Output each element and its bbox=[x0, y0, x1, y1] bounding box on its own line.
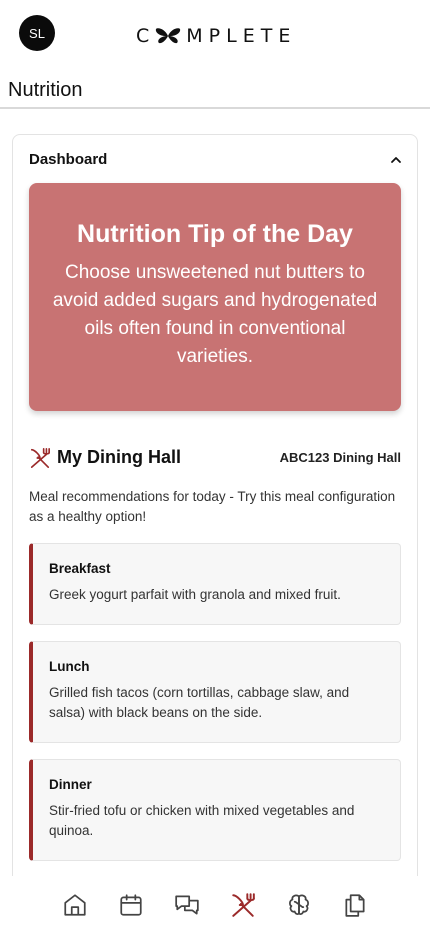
tip-title: Nutrition Tip of the Day bbox=[77, 220, 353, 248]
top-bar: SL C MPLETE bbox=[0, 0, 430, 70]
meal-description: Grilled fish tacos (corn tortillas, cabb… bbox=[49, 685, 350, 720]
utensils-crossed-icon bbox=[232, 893, 255, 917]
tip-of-the-day-card: Nutrition Tip of the Day Choose unsweete… bbox=[29, 183, 401, 411]
meal-card-dinner: Dinner Stir-fried tofu or chicken with m… bbox=[29, 759, 401, 861]
meal-name: Lunch bbox=[49, 659, 90, 674]
logo-text-left: C bbox=[136, 25, 156, 47]
dashboard-panel: Dashboard Nutrition Tip of the Day Choos… bbox=[12, 134, 418, 894]
page-title: Nutrition bbox=[8, 79, 83, 101]
avatar[interactable]: SL bbox=[19, 15, 55, 51]
dining-hall-name: ABC123 Dining Hall bbox=[279, 450, 401, 465]
app-logo[interactable]: C MPLETE bbox=[136, 24, 296, 48]
logo-text-right: MPLETE bbox=[186, 25, 297, 47]
nav-messages[interactable] bbox=[174, 892, 200, 918]
chevron-up-icon[interactable] bbox=[389, 153, 403, 167]
meal-card-breakfast: Breakfast Greek yogurt parfait with gran… bbox=[29, 543, 401, 625]
nav-documents[interactable] bbox=[342, 892, 368, 918]
tip-body: Choose unsweetened nut butters to avoid … bbox=[52, 262, 378, 367]
nav-home[interactable] bbox=[62, 892, 88, 918]
documents-icon bbox=[345, 894, 365, 917]
meal-name: Dinner bbox=[49, 777, 92, 792]
dining-hall-header: My Dining Hall ABC123 Dining Hall bbox=[29, 445, 401, 471]
calendar-icon bbox=[120, 894, 142, 916]
meal-card-lunch: Lunch Grilled fish tacos (corn tortillas… bbox=[29, 641, 401, 743]
brain-icon bbox=[289, 894, 309, 915]
nav-mind[interactable] bbox=[286, 892, 312, 918]
meal-description: Greek yogurt parfait with granola and mi… bbox=[49, 587, 341, 602]
chat-icon bbox=[175, 895, 199, 915]
dashboard-title: Dashboard bbox=[29, 151, 108, 168]
dashboard-header[interactable]: Dashboard bbox=[29, 151, 403, 171]
nav-calendar[interactable] bbox=[118, 892, 144, 918]
meal-name: Breakfast bbox=[49, 561, 111, 576]
butterfly-logo-icon bbox=[156, 28, 181, 44]
home-icon bbox=[64, 894, 86, 916]
bottom-nav bbox=[0, 876, 430, 932]
title-divider bbox=[0, 107, 430, 109]
dining-hall-title: My Dining Hall bbox=[57, 447, 182, 467]
nav-nutrition[interactable] bbox=[230, 892, 256, 918]
meal-description: Stir-fried tofu or chicken with mixed ve… bbox=[49, 803, 355, 838]
meal-recommendation-text: Meal recommendations for today - Try thi… bbox=[29, 489, 396, 524]
utensils-crossed-icon bbox=[30, 448, 50, 468]
